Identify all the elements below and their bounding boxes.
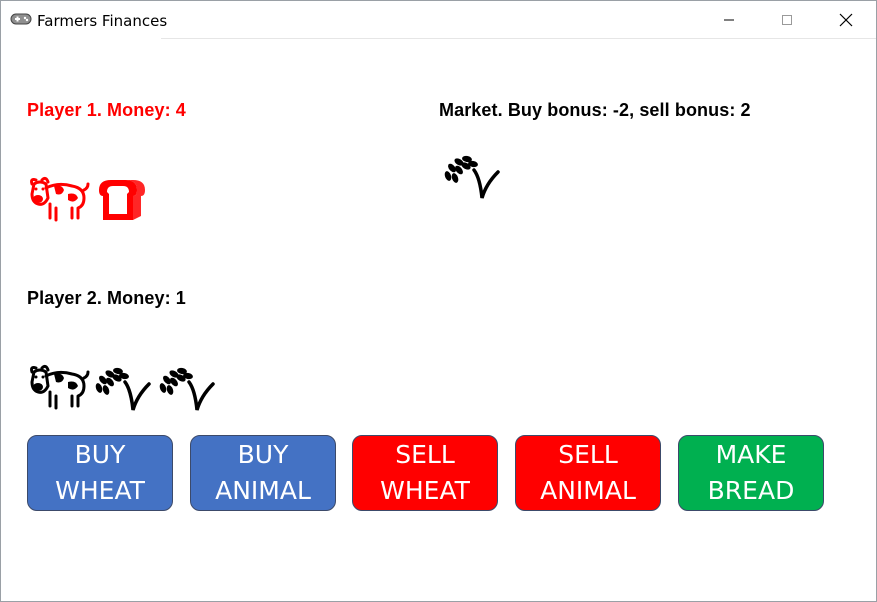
buy-wheat-button[interactable]: BUY WHEAT — [27, 435, 173, 511]
gamepad-icon — [10, 13, 32, 25]
button-label-line1: SELL — [395, 440, 455, 469]
sell-animal-button[interactable]: SELL ANIMAL — [515, 435, 661, 511]
title-bar: Farmers Finances — [1, 1, 876, 39]
button-label-line1: BUY — [237, 440, 289, 469]
buy-animal-button[interactable]: BUY ANIMAL — [190, 435, 336, 511]
button-label-line2: ANIMAL — [215, 476, 311, 505]
wheat-icon — [95, 367, 151, 411]
button-label-line1: SELL — [558, 440, 618, 469]
minimize-button[interactable] — [706, 1, 752, 39]
sell-wheat-button[interactable]: SELL WHEAT — [352, 435, 498, 511]
player1-money-label: Player 1. Money: 4 — [27, 100, 186, 120]
close-icon — [839, 13, 853, 27]
button-label-line2: WHEAT — [380, 476, 470, 505]
minimize-icon — [724, 19, 734, 21]
cow-icon — [30, 176, 90, 222]
market-bonus-label: Market. Buy bonus: -2, sell bonus: 2 — [439, 100, 751, 120]
button-label-line2: ANIMAL — [540, 476, 636, 505]
close-button[interactable] — [823, 1, 869, 39]
bread-icon — [99, 180, 145, 220]
button-label-line1: MAKE — [715, 440, 787, 469]
button-label-line1: BUY — [74, 440, 126, 469]
button-label-line2: BREAD — [707, 476, 795, 505]
player2-money-label: Player 2. Money: 1 — [27, 288, 186, 308]
wheat-icon — [444, 155, 500, 199]
button-label-line2: WHEAT — [55, 476, 145, 505]
cow-icon — [30, 364, 90, 410]
make-bread-button[interactable]: MAKE BREAD — [678, 435, 824, 511]
window-title: Farmers Finances — [37, 12, 168, 30]
maximize-button[interactable] — [764, 1, 810, 39]
maximize-icon — [782, 15, 792, 25]
wheat-icon — [159, 367, 215, 411]
